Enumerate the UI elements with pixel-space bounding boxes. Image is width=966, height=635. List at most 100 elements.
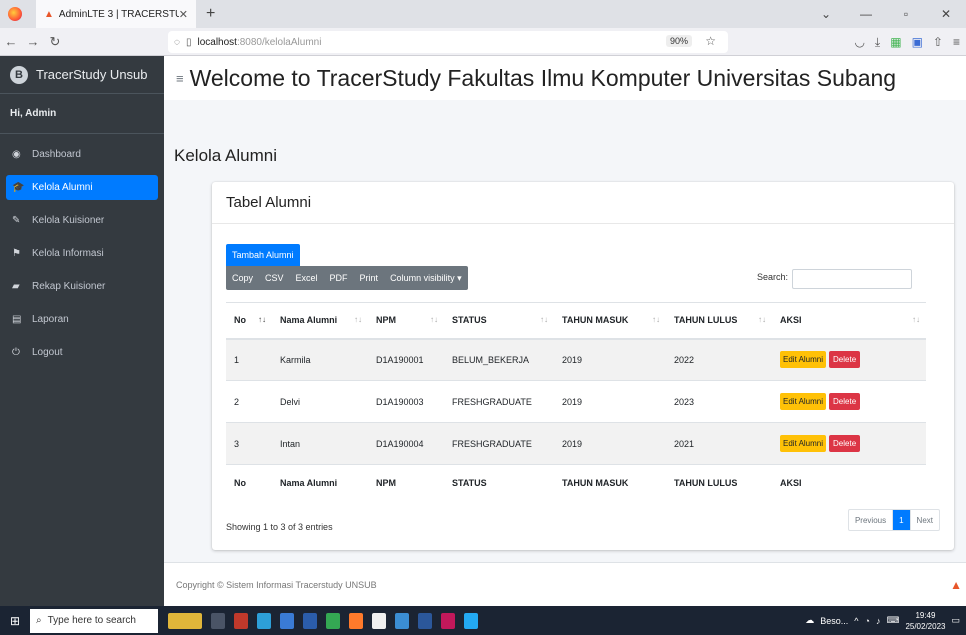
pocket-icon[interactable]: ◡: [854, 35, 864, 49]
next-page-button[interactable]: Next: [911, 510, 939, 530]
export-copy-button[interactable]: Copy: [226, 273, 259, 283]
taskbar-search[interactable]: ⌕ Type here to search: [30, 608, 158, 633]
sidebar-item-kelola-alumni[interactable]: 🎓 Kelola Alumni: [6, 175, 158, 200]
sidebar-item-rekap-kuisioner[interactable]: ▰ Rekap Kuisioner: [6, 274, 158, 299]
column-footer-aksi: AKSI: [772, 464, 926, 501]
export-csv-button[interactable]: CSV: [259, 273, 290, 283]
notification-icon[interactable]: ▭: [951, 615, 960, 626]
minimize-icon[interactable]: —: [846, 7, 886, 21]
tray-chevron-icon[interactable]: ^: [854, 616, 858, 626]
browser-tab[interactable]: ▲ AdminLTE 3 | TRACERSTUDY ✕: [36, 0, 196, 28]
network-icon[interactable]: ◔: [865, 616, 870, 626]
table-cell: 2: [226, 380, 272, 423]
sort-icon: ↑↓: [430, 315, 438, 325]
close-tab-icon[interactable]: ✕: [179, 8, 188, 21]
export-pdf-button[interactable]: PDF: [324, 273, 354, 283]
delete-button[interactable]: Delete: [829, 435, 861, 452]
table-row: 2 Delvi D1A190003 FRESHGRADUATE 2019 2023 Edit…: [226, 380, 926, 423]
puzzle-icon[interactable]: ▣: [912, 35, 923, 49]
column-header-tahun-masuk[interactable]: TAHUN MASUK ↑↓: [554, 302, 666, 340]
forward-icon[interactable]: →: [22, 34, 44, 49]
app-mail-icon[interactable]: [280, 612, 294, 629]
export-column-button[interactable]: Column visibility ▾: [384, 273, 468, 284]
taskbar-search-placeholder: Type here to search: [47, 615, 136, 626]
sidebar-item-kelola-kuisioner[interactable]: ✎ Kelola Kuisioner: [6, 208, 158, 233]
column-header-aksi[interactable]: AKSI ↑↓: [772, 302, 926, 340]
app-ai-icon[interactable]: [234, 612, 248, 629]
task-view-icon[interactable]: [211, 612, 225, 629]
back-icon[interactable]: ←: [0, 34, 22, 49]
export-button-group: Copy CSV Excel PDF Print Column visibility ▾: [226, 266, 468, 290]
column-header-no[interactable]: No ↑↓: [226, 302, 272, 340]
app-chrome-icon[interactable]: [326, 612, 340, 629]
menu-icon[interactable]: ≡: [953, 35, 960, 49]
delete-button[interactable]: Delete: [829, 351, 861, 369]
app-edge-icon[interactable]: [257, 612, 271, 629]
main-header: ≡ Welcome to TracerStudy Fakultas Ilmu K…: [164, 56, 966, 100]
sidebar-item-laporan[interactable]: ▤ Laporan: [6, 307, 158, 332]
app-firefox-icon[interactable]: [349, 612, 363, 629]
sidebar-item-label: Kelola Informasi: [32, 248, 104, 259]
volume-icon[interactable]: ♪: [876, 616, 881, 626]
extension-icon[interactable]: ▦: [890, 35, 901, 49]
table-cell: 2019: [554, 380, 666, 423]
search-input[interactable]: [792, 269, 912, 289]
export-print-button[interactable]: Print: [354, 273, 385, 283]
hamburger-menu-icon[interactable]: ≡: [176, 71, 184, 86]
sidebar-item-kelola-informasi[interactable]: ⚑ Kelola Informasi: [6, 241, 158, 266]
close-window-icon[interactable]: ✕: [926, 7, 966, 21]
table-cell: FRESHGRADUATE: [444, 422, 554, 465]
chevron-down-icon[interactable]: ⌄: [806, 7, 846, 21]
app-store-icon[interactable]: [372, 612, 386, 629]
column-header-status[interactable]: STATUS ↑↓: [444, 302, 554, 340]
column-footer-tahun-lulus: TAHUN LULUS: [666, 464, 772, 501]
edit-icon: ✎: [12, 215, 21, 226]
sidebar-item-dashboard[interactable]: ◉ Dashboard: [6, 142, 158, 167]
sidebar-item-label: Kelola Alumni: [32, 182, 93, 193]
share-icon[interactable]: ⇧: [933, 35, 943, 49]
brand-link[interactable]: B TracerStudy Unsub: [0, 56, 164, 94]
actions-cell: Edit Alumni Delete: [772, 422, 926, 465]
app-paint-icon[interactable]: [395, 612, 409, 629]
export-excel-button[interactable]: Excel: [290, 273, 324, 283]
column-header-nama-alumni[interactable]: Nama Alumni ↑↓: [272, 302, 368, 340]
download-icon[interactable]: ⤓: [875, 35, 880, 50]
maximize-icon[interactable]: ▫: [886, 7, 926, 21]
shield-icon[interactable]: ◌: [174, 37, 180, 48]
url-host: localhost: [197, 36, 237, 48]
sidebar-item-logout[interactable]: ⏻ Logout: [6, 340, 158, 365]
table-cell: 2019: [554, 338, 666, 381]
edit-alumni-button[interactable]: Edit Alumni: [780, 351, 827, 369]
delete-button[interactable]: Delete: [829, 393, 861, 410]
previous-page-button[interactable]: Previous: [849, 510, 894, 530]
app-files-icon[interactable]: [303, 612, 317, 629]
firefox-icon[interactable]: [8, 7, 22, 21]
add-alumni-button[interactable]: Tambah Alumni: [226, 244, 300, 266]
weather-text[interactable]: Beso...: [820, 616, 848, 626]
app-photos-icon[interactable]: [441, 612, 455, 629]
bookmark-star-icon[interactable]: ☆: [705, 34, 716, 48]
column-header-label: Nama Alumni: [280, 315, 338, 326]
zoom-level[interactable]: 90%: [665, 35, 692, 47]
windows-taskbar: ⊞ ⌕ Type here to search ☁ Beso... ^ ◔ ♪ …: [0, 606, 966, 635]
new-tab-icon[interactable]: +: [206, 5, 215, 23]
app-vscode-icon[interactable]: [464, 612, 478, 629]
edit-alumni-button[interactable]: Edit Alumni: [780, 435, 827, 452]
column-header-tahun-lulus[interactable]: TAHUN LULUS ↑↓: [666, 302, 772, 340]
taskbar-clock[interactable]: 19:49 25/02/2023: [905, 610, 945, 632]
app-word-icon[interactable]: [418, 612, 432, 629]
page-1-button[interactable]: 1: [893, 510, 911, 530]
column-footer-tahun-masuk: TAHUN MASUK: [554, 464, 666, 501]
keyboard-icon[interactable]: ⌨: [886, 615, 899, 626]
reload-icon[interactable]: ↻: [44, 34, 66, 50]
windows-start-icon[interactable]: ⊞: [0, 614, 30, 628]
url-bar[interactable]: ◌ ▯ localhost :8080/kelolaAlumni 90% ☆: [168, 31, 728, 53]
weather-icon[interactable]: ☁: [805, 615, 814, 626]
table-cell: BELUM_BEKERJA: [444, 338, 554, 381]
brand-logo-icon: B: [10, 65, 28, 84]
taskbar-widget-icon[interactable]: [168, 612, 202, 629]
column-footer-no: No: [226, 464, 272, 501]
edit-alumni-button[interactable]: Edit Alumni: [780, 393, 827, 410]
user-panel[interactable]: Hi, Admin: [0, 94, 164, 134]
column-header-npm[interactable]: NPM ↑↓: [368, 302, 444, 340]
